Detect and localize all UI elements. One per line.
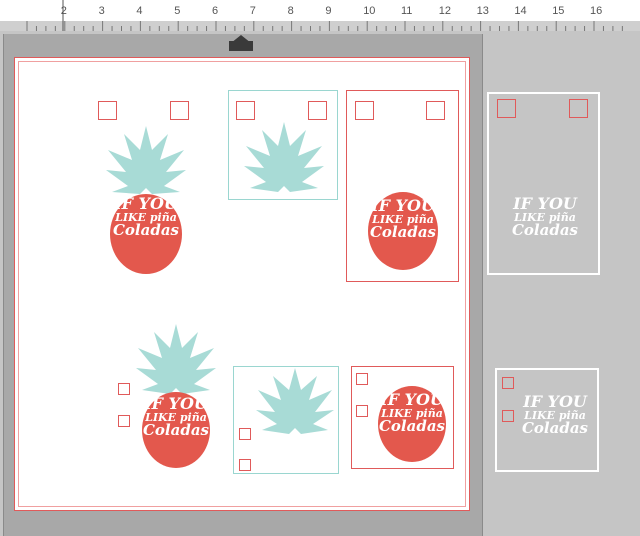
ruler-label: 14 bbox=[514, 5, 526, 17]
ruler-label: 4 bbox=[136, 5, 142, 17]
design-text: IF YOU LIKE piña Coladas bbox=[521, 392, 588, 437]
up-arrow-icon[interactable] bbox=[229, 35, 253, 51]
registration-mark bbox=[170, 101, 189, 120]
ruler-label: 8 bbox=[288, 5, 294, 17]
registration-mark bbox=[98, 101, 117, 120]
ruler-label: 2 bbox=[61, 5, 67, 17]
ruler-label: 10 bbox=[363, 5, 375, 17]
registration-mark bbox=[239, 428, 251, 440]
ruler-label: 7 bbox=[250, 5, 256, 17]
ruler-label: 5 bbox=[174, 5, 180, 17]
ruler-label: 12 bbox=[439, 5, 451, 17]
design-text: IF YOU LIKE piña Coladas bbox=[142, 394, 209, 439]
registration-mark bbox=[502, 410, 514, 422]
registration-mark bbox=[118, 415, 130, 427]
ruler-label: 9 bbox=[325, 5, 331, 17]
design-text: IF YOU LIKE piña Coladas bbox=[378, 390, 445, 435]
ruler-label: 6 bbox=[212, 5, 218, 17]
preview-frame[interactable] bbox=[487, 92, 600, 275]
registration-mark bbox=[355, 101, 374, 120]
registration-mark bbox=[569, 99, 588, 118]
design-text: IF YOU LIKE piña Coladas bbox=[369, 196, 436, 241]
registration-mark bbox=[497, 99, 516, 118]
ruler-label: 15 bbox=[552, 5, 564, 17]
ruler-label: 3 bbox=[99, 5, 105, 17]
registration-mark bbox=[356, 405, 368, 417]
registration-mark bbox=[239, 459, 251, 471]
ruler-label: 11 bbox=[401, 5, 412, 17]
ruler-label: 13 bbox=[477, 5, 489, 17]
design-text: IF YOU LIKE piña Coladas bbox=[112, 194, 179, 239]
registration-mark bbox=[308, 101, 327, 120]
design-text: IF YOU LIKE piña Coladas bbox=[511, 194, 578, 239]
registration-mark bbox=[236, 101, 255, 120]
horizontal-ruler: 2 3 4 5 6 7 8 9 10 11 12 13 14 15 16 bbox=[0, 0, 640, 31]
ruler-label: 16 bbox=[590, 5, 602, 17]
registration-mark bbox=[426, 101, 445, 120]
registration-mark bbox=[356, 373, 368, 385]
registration-mark bbox=[118, 383, 130, 395]
registration-mark bbox=[502, 377, 514, 389]
